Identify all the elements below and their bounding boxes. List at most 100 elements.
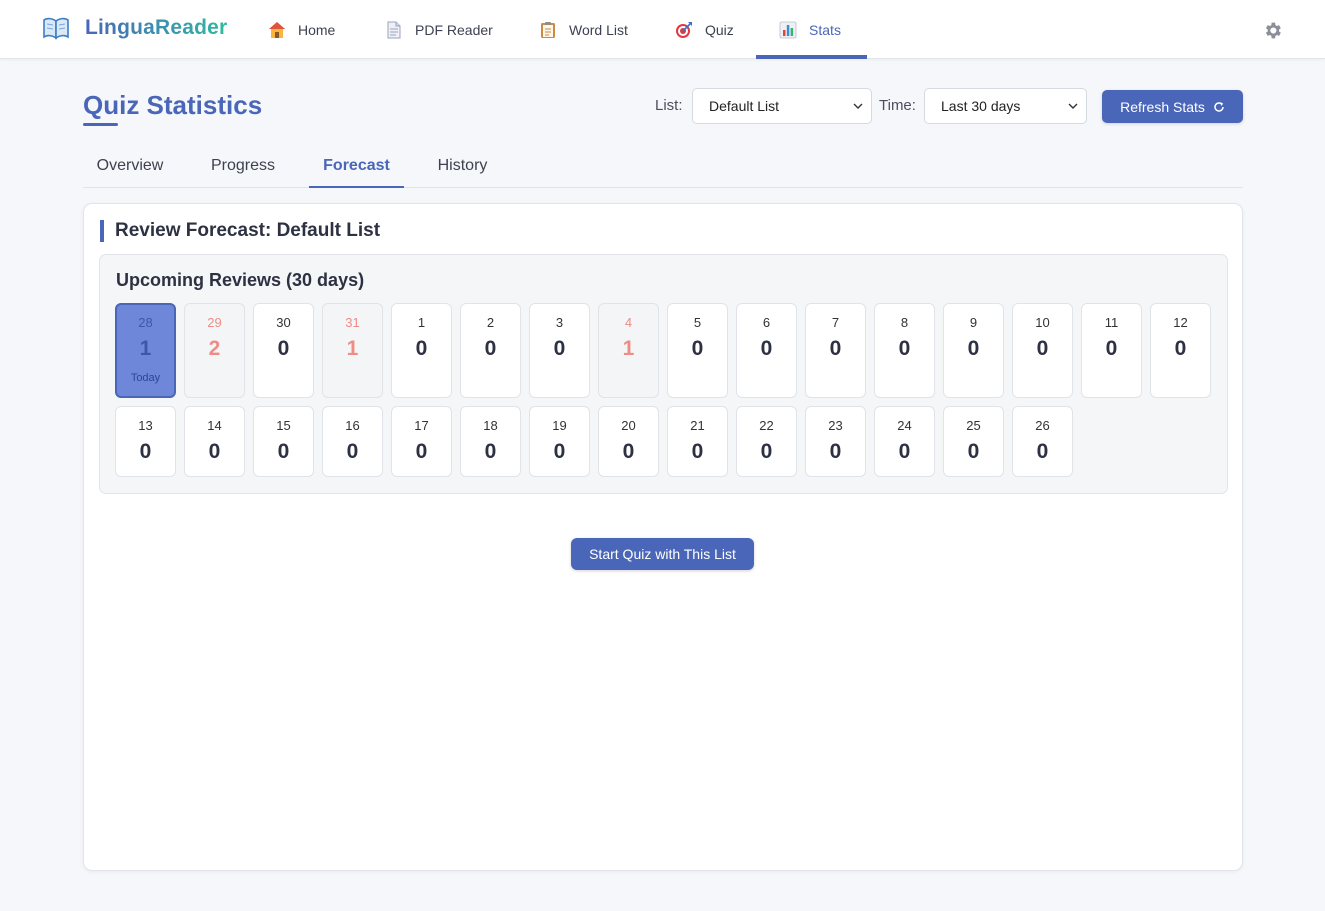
- forecast-day: 31 1: [322, 303, 383, 398]
- forecast-day-count: 0: [139, 440, 152, 463]
- refresh-stats-button[interactable]: Refresh Stats: [1102, 90, 1243, 123]
- forecast-day: 20 0: [598, 406, 659, 477]
- forecast-day: 90: [943, 303, 1004, 398]
- today-label: Today: [130, 372, 161, 384]
- list-label: List:: [655, 97, 683, 114]
- forecast-day: 23 0: [805, 406, 866, 477]
- forecast-day: 30 0: [253, 303, 314, 398]
- chevron-down-icon: [1068, 103, 1078, 109]
- nav-item-quiz[interactable]: Quiz: [675, 0, 734, 59]
- refresh-icon: [1214, 101, 1224, 112]
- forecast-day: 19 0: [529, 406, 590, 477]
- forecast-day-date: 24: [897, 418, 912, 433]
- forecast-day-date: 7: [831, 315, 840, 330]
- forecast-day-count: 0: [967, 337, 980, 360]
- time-select-value: Last 30 days: [941, 98, 1021, 114]
- forecast-day-date: 14: [207, 418, 222, 433]
- time-select[interactable]: Last 30 days: [924, 88, 1087, 124]
- tab-progress[interactable]: Progress: [196, 145, 290, 187]
- forecast-day-date: 6: [762, 315, 771, 330]
- gear-icon[interactable]: [1262, 20, 1283, 41]
- document-icon: [387, 21, 401, 38]
- brand[interactable]: LinguaReader: [43, 16, 227, 40]
- open-book-icon: [43, 17, 69, 40]
- forecast-day-count: 0: [346, 440, 359, 463]
- forecast-day-date: 1: [417, 315, 426, 330]
- forecast-day-count: 0: [415, 440, 428, 463]
- clipboard-icon: [541, 21, 555, 38]
- forecast-day-date: 22: [759, 418, 774, 433]
- forecast-day: 60: [736, 303, 797, 398]
- tab-overview[interactable]: Overview: [83, 145, 177, 187]
- forecast-day-date: 2: [486, 315, 495, 330]
- forecast-day-date: 11: [1104, 315, 1119, 330]
- forecast-day-date: 29: [207, 315, 222, 330]
- start-quiz-button[interactable]: Start Quiz with This List: [571, 538, 754, 570]
- forecast-day: 25 0: [943, 406, 1004, 477]
- forecast-day-count: 0: [1174, 337, 1187, 360]
- title-underline: [83, 123, 118, 126]
- upcoming-reviews-title: Upcoming Reviews (30 days): [116, 270, 365, 290]
- tab-forecast[interactable]: Forecast: [309, 145, 404, 188]
- forecast-day-date: 30: [276, 315, 291, 330]
- forecast-day: 30: [529, 303, 590, 398]
- forecast-day-date: 13: [138, 418, 153, 433]
- forecast-day-count: 0: [829, 440, 842, 463]
- forecast-day-date: 12: [1173, 315, 1188, 330]
- forecast-day: 17 0: [391, 406, 452, 477]
- forecast-day: 18 0: [460, 406, 521, 477]
- forecast-day: 41: [598, 303, 659, 398]
- forecast-day-date: 19: [552, 418, 567, 433]
- stats-tabs: Overview Progress Forecast History: [83, 145, 1243, 188]
- forecast-day-date: 26: [1035, 418, 1050, 433]
- forecast-day-date: 21: [690, 418, 705, 433]
- nav-label: PDF Reader: [415, 21, 493, 38]
- forecast-day-count: 0: [277, 440, 290, 463]
- forecast-day-count: 0: [553, 337, 566, 360]
- forecast-day-date: 8: [900, 315, 909, 330]
- nav-label: Home: [298, 21, 336, 38]
- forecast-day-count: 0: [553, 440, 566, 463]
- forecast-day: 24 0: [874, 406, 935, 477]
- bar-chart-icon: [779, 21, 797, 38]
- upcoming-reviews-panel: Upcoming Reviews (30 days) 28 1 Today 29 2 30…: [99, 254, 1228, 494]
- forecast-day: 29 2: [184, 303, 245, 398]
- forecast-day-count: 0: [898, 440, 911, 463]
- forecast-day-date: 17: [414, 418, 429, 433]
- refresh-stats-label: Refresh Stats: [1120, 98, 1205, 115]
- nav-item-stats[interactable]: Stats: [756, 0, 867, 59]
- forecast-day-date: 9: [969, 315, 978, 330]
- forecast-day-count: 1: [622, 337, 635, 360]
- forecast-day-count: 1: [346, 337, 359, 360]
- forecast-card-title: Review Forecast: Default List: [100, 220, 380, 242]
- forecast-day: 16 0: [322, 406, 383, 477]
- forecast-day-count: 0: [691, 440, 704, 463]
- page-title: Quiz Statistics: [83, 90, 263, 120]
- top-navigation-bar: LinguaReader Home PDF Reader Word List Q…: [0, 0, 1325, 59]
- forecast-day-today: 28 1 Today: [115, 303, 176, 398]
- brand-name: LinguaReader: [85, 16, 228, 39]
- forecast-day-count: 2: [208, 337, 221, 360]
- forecast-day-count: 0: [277, 337, 290, 360]
- nav-item-pdf-reader[interactable]: PDF Reader: [385, 0, 493, 59]
- nav-label: Stats: [809, 21, 841, 38]
- forecast-day-count: 0: [484, 440, 497, 463]
- forecast-day: 50: [667, 303, 728, 398]
- tab-history[interactable]: History: [420, 145, 505, 187]
- nav-label: Quiz: [705, 21, 734, 38]
- forecast-day-date: 25: [966, 418, 981, 433]
- forecast-day: 10 0: [1012, 303, 1073, 398]
- forecast-day-count: 0: [829, 337, 842, 360]
- forecast-day-date: 20: [621, 418, 636, 433]
- forecast-day: 20: [460, 303, 521, 398]
- forecast-day-date: 23: [828, 418, 843, 433]
- forecast-day-count: 0: [760, 440, 773, 463]
- forecast-day-count: 0: [760, 337, 773, 360]
- forecast-day-date: 28: [138, 315, 153, 330]
- list-select[interactable]: Default List: [692, 88, 872, 124]
- nav-item-word-list[interactable]: Word List: [539, 0, 628, 59]
- forecast-day-date: 16: [345, 418, 360, 433]
- nav-item-home[interactable]: Home: [268, 0, 335, 59]
- forecast-day-date: 18: [483, 418, 498, 433]
- forecast-day-date: 31: [345, 315, 360, 330]
